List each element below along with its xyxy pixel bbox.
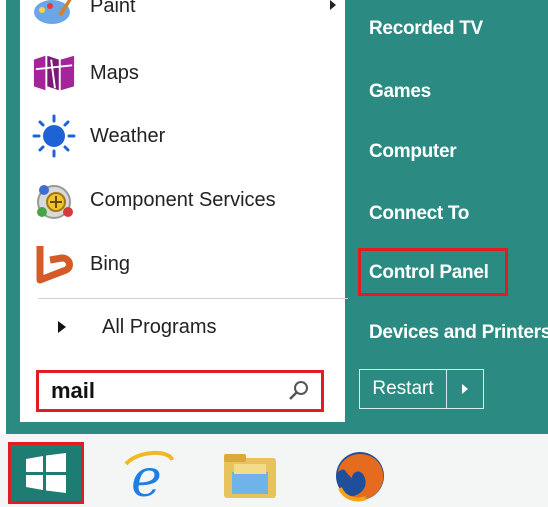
program-label: Paint: [90, 0, 136, 17]
weather-icon: [32, 114, 76, 158]
search-icon[interactable]: [287, 379, 311, 403]
menu-item-recorded-tv[interactable]: Recorded TV: [369, 18, 483, 40]
program-label: Maps: [90, 61, 139, 84]
menu-divider: [38, 298, 348, 299]
bing-icon: [32, 242, 76, 286]
program-label: Weather: [90, 124, 166, 147]
highlight-box: [358, 248, 508, 296]
chevron-right-icon: [462, 384, 468, 394]
windows-start-icon: [26, 453, 66, 493]
program-item-component-services[interactable]: Component Services: [32, 174, 332, 226]
search-value: mail: [51, 378, 96, 403]
programs-pane: Paint Maps Weather Component Services Bi…: [20, 0, 348, 358]
search-input[interactable]: mail: [36, 370, 324, 412]
program-label: Component Services: [90, 188, 276, 211]
program-item-weather[interactable]: Weather: [32, 110, 332, 162]
component-services-icon: [32, 178, 76, 222]
file-explorer-icon[interactable]: [220, 448, 280, 502]
menu-item-games[interactable]: Games: [369, 81, 431, 103]
expand-arrow-icon: [58, 321, 66, 333]
all-programs-label: All Programs: [102, 315, 217, 338]
restart-button[interactable]: Restart: [359, 369, 447, 409]
menu-item-connect-to[interactable]: Connect To: [369, 203, 469, 225]
program-item-maps[interactable]: Maps: [32, 47, 332, 99]
maps-icon: [32, 51, 76, 95]
program-item-paint[interactable]: Paint: [32, 0, 336, 32]
firefox-icon[interactable]: [330, 448, 390, 502]
search-area: mail: [20, 358, 345, 422]
all-programs-button[interactable]: All Programs: [38, 312, 318, 342]
submenu-arrow-icon[interactable]: [330, 0, 336, 10]
start-button[interactable]: [8, 442, 84, 504]
program-item-bing[interactable]: Bing: [32, 238, 332, 290]
menu-item-computer[interactable]: Computer: [369, 141, 457, 163]
internet-explorer-icon[interactable]: e: [118, 448, 178, 502]
svg-text:e: e: [131, 449, 162, 502]
restart-label: Restart: [372, 378, 434, 399]
paint-icon: [32, 0, 76, 28]
menu-item-devices-and-printers[interactable]: Devices and Printers: [369, 322, 548, 344]
program-label: Bing: [90, 252, 131, 275]
power-options-button[interactable]: [446, 369, 484, 409]
